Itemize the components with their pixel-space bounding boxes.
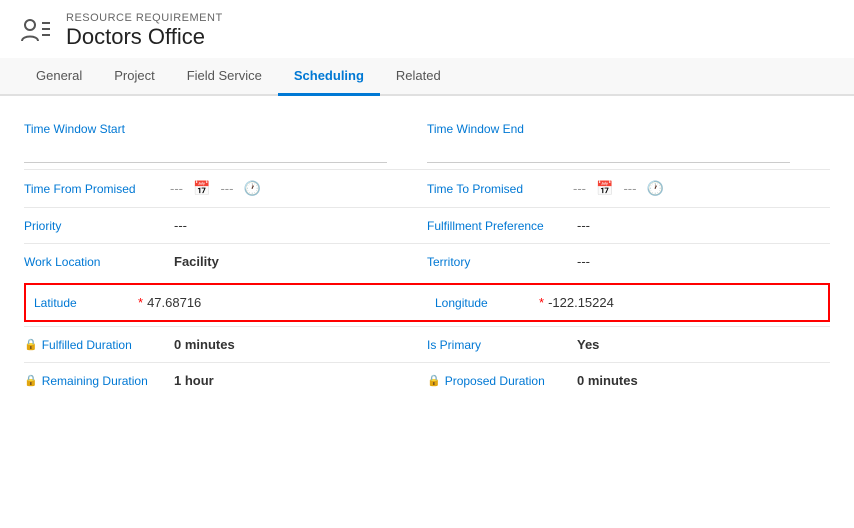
remaining-duration-value: 1 hour: [174, 373, 214, 388]
time-window-end-input[interactable]: [427, 139, 790, 163]
fulfillment-preference-value: ---: [577, 218, 590, 233]
lock-icon-fulfilled: 🔒: [24, 338, 38, 351]
tab-project[interactable]: Project: [98, 58, 170, 96]
priority-label: Priority: [24, 219, 174, 233]
is-primary-value: Yes: [577, 337, 599, 352]
is-primary-field: Is Primary Yes: [427, 326, 830, 362]
time-window-end-label: Time Window End: [427, 122, 830, 136]
latitude-value: 47.68716: [147, 295, 201, 310]
proposed-duration-field: 🔒 Proposed Duration 0 minutes: [427, 362, 830, 398]
latitude-required: *: [138, 295, 143, 310]
longitude-label: Longitude: [435, 296, 535, 310]
longitude-value: -122.15224: [548, 295, 614, 310]
work-location-row: Work Location Facility Territory ---: [24, 243, 830, 279]
navigation-tabs: General Project Field Service Scheduling…: [0, 58, 854, 96]
time-from-dashes1: ---: [170, 181, 183, 196]
time-to-promised-label: Time To Promised: [427, 182, 567, 196]
proposed-duration-value: 0 minutes: [577, 373, 638, 388]
main-content: Time Window Start Time Window End Time F…: [0, 96, 854, 418]
lock-icon-remaining: 🔒: [24, 374, 38, 387]
tab-general[interactable]: General: [20, 58, 98, 96]
fulfilled-duration-value: 0 minutes: [174, 337, 235, 352]
time-window-start-group: Time Window Start: [24, 116, 427, 169]
time-to-dashes1: ---: [573, 181, 586, 196]
header-title: Doctors Office: [66, 24, 223, 50]
longitude-required: *: [539, 295, 544, 310]
territory-value: ---: [577, 254, 590, 269]
territory-field: Territory ---: [427, 243, 830, 279]
time-window-start-label: Time Window Start: [24, 122, 427, 136]
header-text-block: RESOURCE REQUIREMENT Doctors Office: [66, 12, 223, 50]
time-to-dashes2: ---: [623, 181, 636, 196]
longitude-cell: Longitude * -122.15224: [427, 285, 828, 320]
proposed-duration-label: 🔒 Proposed Duration: [427, 374, 577, 388]
fulfillment-preference-field: Fulfillment Preference ---: [427, 207, 830, 243]
fulfillment-preference-label: Fulfillment Preference: [427, 219, 577, 233]
fulfilled-duration-field: 🔒 Fulfilled Duration 0 minutes: [24, 326, 427, 362]
time-window-end-group: Time Window End: [427, 116, 830, 169]
time-from-dashes2: ---: [220, 181, 233, 196]
header-subtitle: RESOURCE REQUIREMENT: [66, 12, 223, 24]
tab-related[interactable]: Related: [380, 58, 457, 96]
work-location-field: Work Location Facility: [24, 243, 427, 279]
tab-scheduling[interactable]: Scheduling: [278, 58, 380, 96]
lat-lng-row: Latitude * 47.68716 Longitude * -122.152…: [24, 283, 830, 322]
clock-icon-from[interactable]: 🕐: [243, 180, 260, 197]
work-location-label: Work Location: [24, 255, 174, 269]
priority-row: Priority --- Fulfillment Preference ---: [24, 207, 830, 243]
remaining-duration-field: 🔒 Remaining Duration 1 hour: [24, 362, 427, 398]
latitude-cell: Latitude * 47.68716: [26, 285, 427, 320]
calendar-icon-from[interactable]: 📅: [193, 180, 210, 197]
priority-value: ---: [174, 218, 187, 233]
time-promised-row: Time From Promised --- 📅 --- 🕐 Time To P…: [24, 169, 830, 207]
lock-icon-proposed: 🔒: [427, 374, 441, 387]
calendar-icon-to[interactable]: 📅: [596, 180, 613, 197]
time-to-promised-field: Time To Promised --- 📅 --- 🕐: [427, 169, 830, 207]
resource-icon: [20, 15, 52, 47]
time-from-promised-field: Time From Promised --- 📅 --- 🕐: [24, 169, 427, 207]
tab-field-service[interactable]: Field Service: [171, 58, 278, 96]
priority-field: Priority ---: [24, 207, 427, 243]
time-window-row: Time Window Start Time Window End: [24, 116, 830, 169]
fulfilled-duration-row: 🔒 Fulfilled Duration 0 minutes Is Primar…: [24, 326, 830, 362]
remaining-duration-row: 🔒 Remaining Duration 1 hour 🔒 Proposed D…: [24, 362, 830, 398]
time-from-promised-label: Time From Promised: [24, 182, 164, 196]
territory-label: Territory: [427, 255, 577, 269]
remaining-duration-label: 🔒 Remaining Duration: [24, 374, 174, 388]
is-primary-label: Is Primary: [427, 338, 577, 352]
fulfilled-duration-label: 🔒 Fulfilled Duration: [24, 338, 174, 352]
time-window-start-input[interactable]: [24, 139, 387, 163]
page-header: RESOURCE REQUIREMENT Doctors Office: [0, 0, 854, 58]
latitude-label: Latitude: [34, 296, 134, 310]
work-location-value: Facility: [174, 254, 219, 269]
clock-icon-to[interactable]: 🕐: [646, 180, 663, 197]
